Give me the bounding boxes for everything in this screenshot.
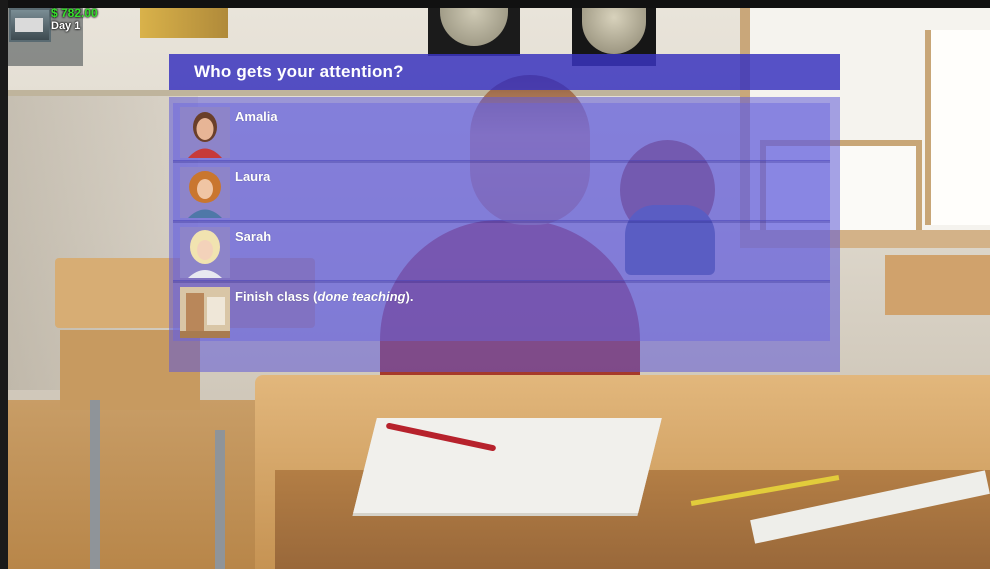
label-suffix: ). — [405, 289, 414, 304]
student-desk — [885, 255, 990, 315]
window-frame-left — [0, 0, 8, 569]
menu-title: Who gets your attention? — [194, 62, 404, 81]
day-display: Day 1 — [51, 20, 81, 32]
choice-amalia[interactable]: Amalia — [173, 103, 830, 163]
chair-leg — [215, 430, 225, 569]
choice-label: Amalia — [235, 109, 278, 124]
notebook — [353, 418, 662, 513]
character-avatar-icon[interactable] — [9, 8, 51, 42]
label-prefix: Finish class ( — [235, 289, 318, 304]
choice-label: Laura — [235, 169, 271, 184]
choice-sarah[interactable]: Sarah — [173, 223, 830, 283]
choice-label: Finish class (done teaching). — [235, 289, 413, 304]
choice-label: Sarah — [235, 229, 272, 244]
chair-leg — [90, 400, 100, 569]
classroom-door-portrait-icon — [180, 287, 230, 338]
game-screen: $ 782.00 Day 1 Who gets your attention? … — [0, 0, 990, 569]
window-frame-top — [0, 0, 990, 8]
window-pane — [925, 30, 990, 225]
sarah-portrait-icon — [180, 227, 230, 278]
money-display: $ 782.00 — [51, 6, 98, 20]
choice-finish-class[interactable]: Finish class (done teaching). — [173, 283, 830, 341]
laura-portrait-icon — [180, 167, 230, 218]
avatar-screen — [15, 18, 43, 32]
amalia-portrait-icon — [180, 107, 230, 158]
wall-poster — [140, 8, 228, 38]
label-italic: done teaching — [317, 289, 406, 304]
choice-laura[interactable]: Laura — [173, 163, 830, 223]
